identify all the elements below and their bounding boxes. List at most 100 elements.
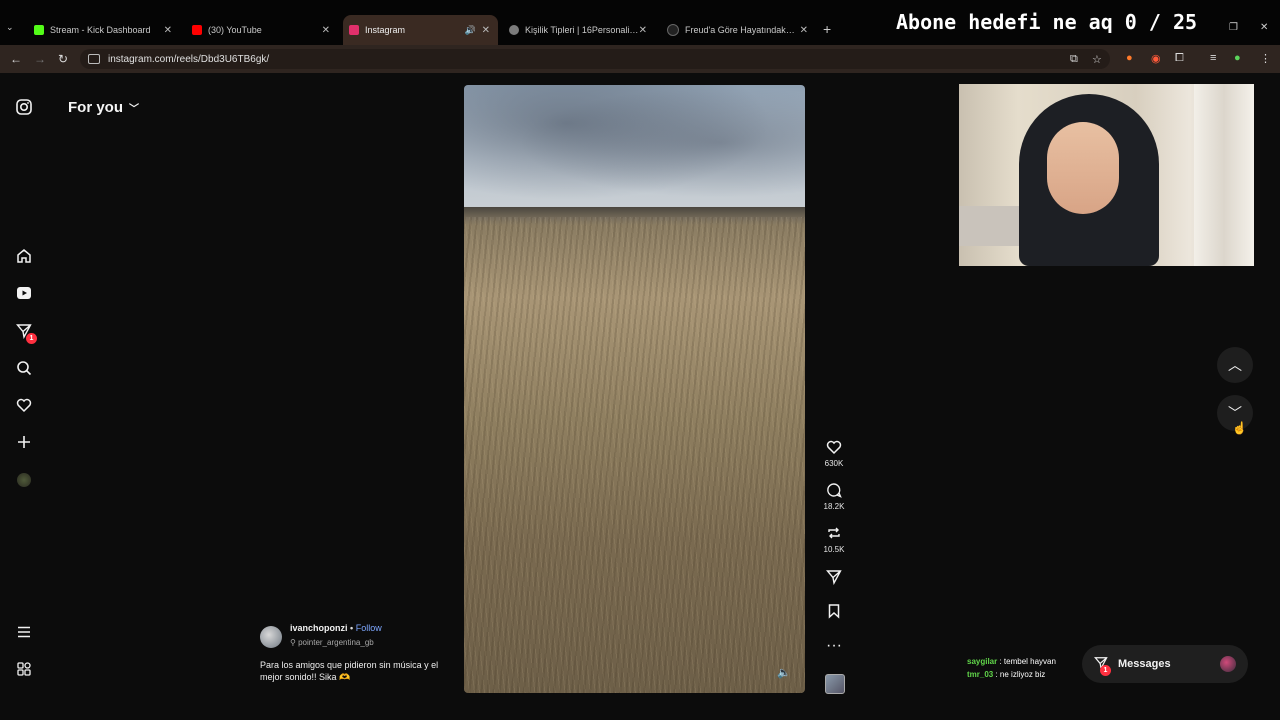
- save-action[interactable]: [814, 603, 854, 621]
- youtube-favicon-icon: [192, 25, 202, 35]
- feed-selector[interactable]: For you ﹀: [68, 99, 139, 116]
- menu-icon[interactable]: [14, 622, 34, 642]
- chat-message: saygilar : tembel hayvan: [967, 657, 1056, 666]
- reel-video[interactable]: 🔈: [464, 85, 805, 693]
- like-action[interactable]: 630K: [814, 439, 854, 468]
- tab-audio-icon[interactable]: 🔊: [465, 25, 476, 36]
- extension-icon[interactable]: ◉: [1151, 52, 1161, 65]
- back-arrow-icon[interactable]: ←: [10, 52, 22, 66]
- reading-list-icon[interactable]: ≡: [1210, 52, 1216, 64]
- notifications-heart-icon[interactable]: [14, 395, 34, 415]
- chat-username: tmr_03: [967, 670, 994, 679]
- site-info-icon[interactable]: [88, 54, 100, 64]
- author-avatar[interactable]: [260, 626, 282, 648]
- tab-title: Freud'a Göre Hayatındaki Eksik: [685, 25, 795, 35]
- 16personalities-favicon-icon: [509, 25, 519, 35]
- chat-username: saygilar: [967, 657, 998, 666]
- video-grass: [464, 217, 805, 693]
- hand-cursor-icon: ☝: [1232, 421, 1247, 435]
- address-bar: ← → ↻ instagram.com/reels/Dbd3U6TB6gk/ ⧉…: [0, 45, 1280, 73]
- browser-tab[interactable]: Freud'a Göre Hayatındaki Eksik ✕: [661, 15, 816, 45]
- browser-menu-icon[interactable]: ⋮: [1260, 52, 1271, 65]
- kick-favicon-icon: [34, 25, 44, 35]
- url-field[interactable]: instagram.com/reels/Dbd3U6TB6gk/ ⧉ ☆: [80, 49, 1110, 69]
- tab-title: (30) YouTube: [208, 25, 262, 35]
- also-from-meta-icon[interactable]: [14, 659, 34, 679]
- streamer-webcam: [959, 84, 1254, 266]
- repost-count: 10.5K: [823, 545, 845, 554]
- comment-action[interactable]: 18.2K: [814, 482, 854, 511]
- direct-messages-icon[interactable]: 1: [14, 321, 37, 344]
- video-sky: [464, 85, 805, 213]
- chevron-up-icon: ︿: [1228, 357, 1242, 373]
- comment-bubble-icon[interactable]: [814, 482, 854, 500]
- bookmark-icon[interactable]: [814, 603, 854, 621]
- profile-icon[interactable]: ●: [1234, 52, 1241, 64]
- previous-reel-button[interactable]: ︿: [1217, 347, 1253, 383]
- like-heart-icon[interactable]: [814, 439, 854, 457]
- new-tab-button[interactable]: +: [823, 21, 831, 37]
- browser-tab[interactable]: Kişilik Tipleri | 16Personalities ✕: [503, 15, 655, 45]
- chat-message: tmr_03 : ne izliyoz biz: [967, 670, 1046, 679]
- tab-close-icon[interactable]: ✕: [800, 25, 808, 36]
- messages-badge: 1: [26, 333, 37, 344]
- author-username[interactable]: ivanchoponzi: [290, 623, 348, 633]
- tab-title: Instagram: [365, 25, 406, 35]
- browser-tab-active[interactable]: Instagram 🔊 ✕: [343, 15, 498, 45]
- repost-icon[interactable]: [814, 525, 854, 543]
- browser-tab-strip: ⌄ Stream - Kick Dashboard ✕ (30) YouTube…: [0, 0, 1280, 45]
- reels-icon[interactable]: [14, 283, 34, 303]
- chevron-down-icon: ﹀: [1228, 405, 1242, 421]
- tab-close-icon[interactable]: ✕: [482, 25, 490, 36]
- audio-track-thumbnail[interactable]: [825, 674, 845, 694]
- instagram-logo-icon[interactable]: [14, 97, 34, 117]
- install-app-icon[interactable]: ⧉: [1070, 53, 1078, 66]
- extensions-puzzle-icon[interactable]: ⧠: [1175, 52, 1184, 65]
- share-action[interactable]: [814, 569, 854, 587]
- separator-dot: •: [350, 623, 354, 633]
- audio-attribution[interactable]: ⚲ pointer_argentina_gb: [290, 638, 374, 647]
- webcam-background-curtain: [1194, 84, 1254, 266]
- search-icon[interactable]: [14, 358, 34, 378]
- webcam-background-bed: [959, 206, 1019, 246]
- more-horizontal-icon[interactable]: ···: [814, 637, 854, 655]
- tab-title: Stream - Kick Dashboard: [50, 25, 151, 35]
- audio-toggle-icon[interactable]: 🔈: [777, 666, 791, 679]
- restore-window-icon[interactable]: ❐: [1229, 22, 1238, 33]
- tab-search-chevron-icon[interactable]: ⌄: [6, 22, 14, 33]
- instagram-sidebar: 1: [0, 73, 48, 720]
- chat-text: ne izliyoz biz: [999, 670, 1046, 679]
- tab-close-icon[interactable]: ✕: [639, 25, 647, 36]
- tab-close-icon[interactable]: ✕: [164, 25, 172, 36]
- follow-button[interactable]: Follow: [356, 623, 382, 633]
- create-plus-icon[interactable]: [14, 432, 34, 452]
- bookmark-star-icon[interactable]: ☆: [1092, 53, 1102, 66]
- browser-tab[interactable]: Stream - Kick Dashboard ✕: [28, 15, 180, 45]
- messages-badge: 1: [1100, 664, 1111, 676]
- video-treeline: [464, 207, 805, 217]
- person-icon: ⚲: [290, 638, 299, 647]
- like-count: 630K: [824, 459, 844, 468]
- more-options[interactable]: ···: [814, 637, 854, 655]
- repost-action[interactable]: 10.5K: [814, 525, 854, 554]
- audio-name[interactable]: pointer_argentina_gb: [298, 638, 374, 647]
- profile-avatar-icon[interactable]: [14, 470, 34, 490]
- extension-icon[interactable]: ●: [1126, 52, 1133, 64]
- streamer-face: [1047, 122, 1119, 214]
- stream-chat-overlay: saygilar : tembel hayvan tmr_03 : ne izl…: [967, 655, 1056, 681]
- comment-count: 18.2K: [823, 502, 845, 511]
- article-favicon-icon: [667, 24, 679, 36]
- reload-icon[interactable]: ↻: [58, 52, 68, 66]
- messages-button[interactable]: 1 Messages: [1082, 645, 1248, 683]
- chat-text: tembel hayvan: [1003, 657, 1056, 666]
- url-text[interactable]: instagram.com/reels/Dbd3U6TB6gk/: [108, 54, 269, 65]
- share-send-icon[interactable]: [814, 569, 854, 587]
- reel-caption: Para los amigos que pidieron sin música …: [260, 660, 439, 682]
- chevron-down-icon: ﹀: [129, 104, 139, 115]
- messages-label: Messages: [1118, 658, 1171, 670]
- home-icon[interactable]: [14, 246, 34, 266]
- forward-arrow-icon[interactable]: →: [34, 52, 46, 66]
- browser-tab[interactable]: (30) YouTube ✕: [186, 15, 338, 45]
- close-window-icon[interactable]: ✕: [1260, 22, 1268, 33]
- tab-close-icon[interactable]: ✕: [322, 25, 330, 36]
